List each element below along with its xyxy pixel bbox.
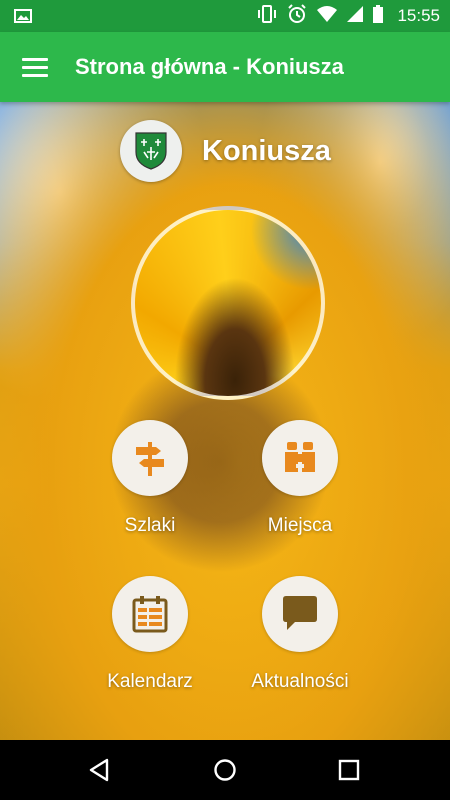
featured-photo	[131, 206, 325, 400]
image-notification-icon	[14, 9, 32, 28]
app-bar: Strona główna - Koniusza	[0, 32, 450, 102]
clock: 15:55	[397, 6, 440, 25]
place-name: Koniusza	[202, 134, 331, 167]
brand-header: Koniusza	[120, 120, 331, 182]
hamburger-menu-icon[interactable]	[14, 49, 56, 85]
battery-icon	[373, 4, 384, 28]
places-button[interactable]: Miejsca	[225, 420, 375, 537]
tile-label-trails: Szlaki	[124, 515, 176, 536]
calendar-icon	[112, 576, 188, 652]
binoculars-icon	[262, 420, 338, 496]
signal-icon	[347, 5, 364, 27]
signpost-icon	[112, 420, 188, 496]
tile-label-calendar: Kalendarz	[107, 671, 193, 692]
calendar-button[interactable]: Kalendarz	[75, 576, 225, 693]
system-nav-bar	[0, 740, 450, 800]
trails-button[interactable]: Szlaki	[75, 420, 225, 537]
chat-bubble-icon	[262, 576, 338, 652]
status-bar: 15:55	[0, 0, 450, 32]
alarm-icon	[287, 3, 307, 29]
news-button[interactable]: Aktualności	[225, 576, 375, 693]
coat-of-arms-icon	[120, 120, 182, 182]
home-icon[interactable]	[208, 754, 242, 786]
tile-label-places: Miejsca	[267, 515, 333, 536]
vibrate-icon	[257, 4, 277, 28]
tile-label-news: Aktualności	[251, 671, 349, 692]
page-title: Strona główna - Koniusza	[75, 54, 344, 79]
wifi-icon	[317, 5, 338, 27]
back-icon[interactable]	[82, 754, 116, 786]
recents-icon[interactable]	[332, 754, 366, 786]
